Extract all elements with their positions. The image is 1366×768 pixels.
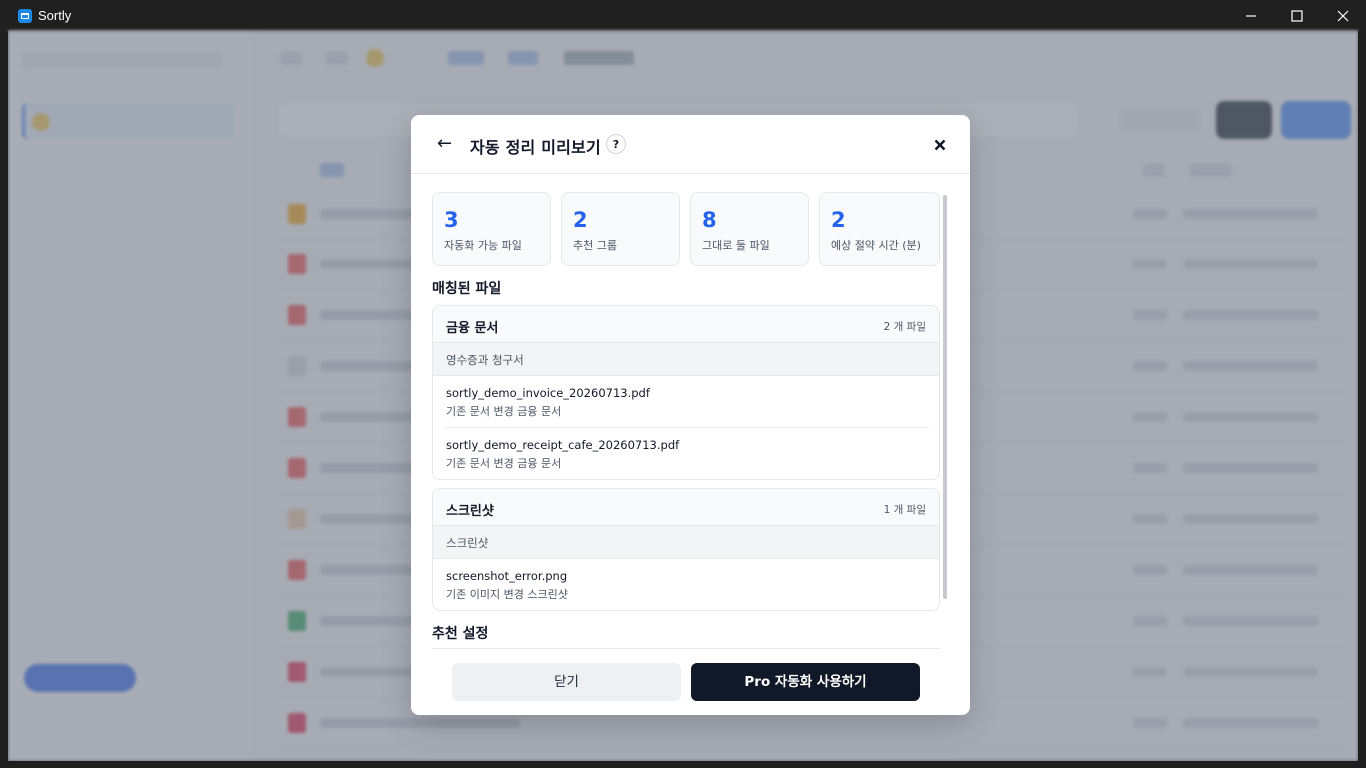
file-name: sortly_demo_invoice_20260713.pdf: [446, 386, 650, 400]
close-icon: [934, 139, 946, 151]
file-item: screenshot_error.png 기존 이미지 변경 스크린샷: [446, 559, 929, 610]
help-icon[interactable]: ?: [606, 134, 626, 154]
file-item: sortly_demo_invoice_20260713.pdf 기존 문서 변…: [446, 376, 929, 427]
window-titlebar: Sortly: [0, 0, 1366, 31]
maximize-icon: [1291, 9, 1303, 22]
minimize-button[interactable]: [1228, 0, 1274, 31]
back-arrow-icon[interactable]: ←: [437, 133, 457, 155]
group-card-screenshots: 스크린샷 1 개 파일 스크린샷 screenshot_error.png 기존…: [432, 488, 940, 611]
stat-value: 2: [831, 208, 846, 232]
close-button[interactable]: 닫기: [452, 663, 681, 701]
group-file-count: 2 개 파일: [883, 321, 926, 333]
stat-label: 추천 그룹: [573, 239, 617, 252]
stat-card-time-saved: 2 예상 절약 시간 (분): [819, 192, 940, 266]
maximize-button[interactable]: [1274, 0, 1320, 31]
file-item: sortly_demo_receipt_cafe_20260713.pdf 기존…: [446, 427, 929, 479]
stat-value: 2: [573, 208, 588, 232]
stat-label: 예상 절약 시간 (분): [831, 239, 921, 252]
stat-card-automatable-files: 3 자동화 가능 파일: [432, 192, 551, 266]
stat-value: 8: [702, 208, 717, 232]
file-change-description: 기존 문서 변경 금융 문서: [446, 405, 562, 418]
dialog-scrollbar[interactable]: [943, 195, 947, 599]
file-change-description: 기존 문서 변경 금융 문서: [446, 457, 562, 470]
pro-automation-button[interactable]: Pro 자동화 사용하기: [691, 663, 920, 701]
app-logo-icon: [18, 8, 32, 23]
stat-card-unchanged-files: 8 그대로 둘 파일: [690, 192, 809, 266]
window-close-button[interactable]: [1320, 0, 1366, 31]
stat-value: 3: [444, 208, 459, 232]
group-card-finance: 금융 문서 2 개 파일 영수증과 청구서 sortly_demo_invoic…: [432, 305, 940, 480]
recommended-settings-heading: 추천 설정: [432, 626, 489, 642]
stat-label: 그대로 둘 파일: [702, 239, 770, 252]
group-description: 스크린샷: [446, 536, 489, 550]
group-name: 스크린샷: [446, 504, 494, 519]
window-title: Sortly: [38, 8, 72, 23]
group-file-count: 1 개 파일: [883, 504, 926, 516]
stat-label: 자동화 가능 파일: [444, 239, 522, 252]
file-change-description: 기존 이미지 변경 스크린샷: [446, 588, 568, 601]
matched-files-heading: 매칭된 파일: [432, 281, 502, 297]
close-icon: [1337, 10, 1349, 21]
stat-card-recommended-groups: 2 추천 그룹: [561, 192, 680, 266]
dialog-close-button[interactable]: [932, 137, 948, 153]
dialog-title: 자동 정리 미리보기: [470, 138, 601, 157]
dialog-header: ← 자동 정리 미리보기 ?: [411, 115, 970, 174]
file-name: sortly_demo_receipt_cafe_20260713.pdf: [446, 438, 680, 452]
file-name: screenshot_error.png: [446, 569, 568, 583]
group-name: 금융 문서: [446, 321, 499, 336]
auto-organize-preview-dialog: ← 자동 정리 미리보기 ? 3 자동화 가능 파일 2 추천 그룹 8 그대로…: [411, 115, 970, 715]
group-description: 영수증과 청구서: [446, 353, 524, 367]
dialog-footer: 닫기 Pro 자동화 사용하기: [432, 648, 940, 715]
dialog-body[interactable]: 3 자동화 가능 파일 2 추천 그룹 8 그대로 둘 파일 2 예상 절약 시…: [411, 174, 970, 648]
minimize-icon: [1246, 14, 1256, 17]
stats-row: 3 자동화 가능 파일 2 추천 그룹 8 그대로 둘 파일 2 예상 절약 시…: [432, 192, 940, 268]
